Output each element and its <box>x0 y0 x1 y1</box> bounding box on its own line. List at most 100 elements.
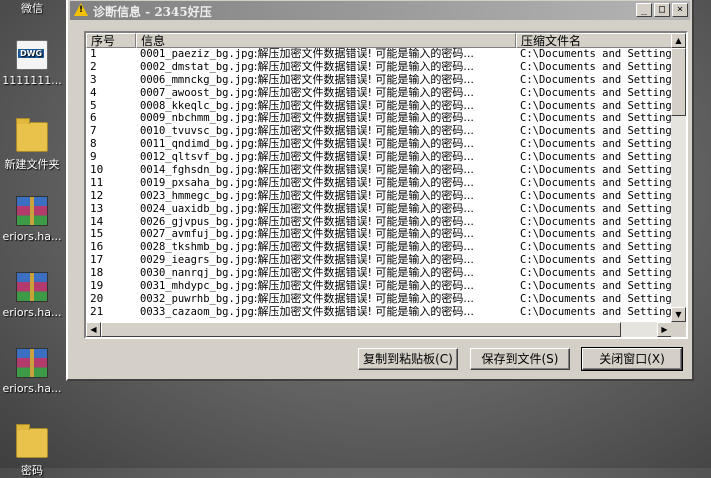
row-number: 6 <box>90 112 97 125</box>
row-number: 18 <box>90 267 104 280</box>
row-info: 0023_hmmegc_bg.jpg:解压加密文件数据错误! 可能是输入的密码.… <box>140 190 516 203</box>
row-filename: 0019_pxsaha_bg.jpg <box>140 176 254 189</box>
row-message: 解压加密文件数据错误! 可能是输入的密码... <box>257 99 474 112</box>
table-row[interactable]: 15 0027_avmfuj_bg.jpg:解压加密文件数据错误! 可能是输入的密… <box>86 228 672 241</box>
row-info: 0026_gjvpus_bg.jpg:解压加密文件数据错误! 可能是输入的密码.… <box>140 216 516 229</box>
row-archive-path: C:\Documents and Settings <box>520 125 672 138</box>
title-bar[interactable]: ! 诊断信息 - 2345好压 _ □ × <box>70 1 690 20</box>
table-row[interactable]: 19 0031_mhdypc_bg.jpg:解压加密文件数据错误! 可能是输入的密… <box>86 280 672 293</box>
vertical-scrollbar[interactable]: ▲ ▼ <box>671 33 686 322</box>
table-row[interactable]: 13 0024_uaxidb_bg.jpg:解压加密文件数据错误! 可能是输入的密… <box>86 203 672 216</box>
diagnostic-list[interactable]: 序号 信息 压缩文件名 1 0001_paeziz_bg.jpg:解压加密文件数据… <box>84 31 688 339</box>
column-header-archive[interactable]: 压缩文件名 <box>516 33 686 48</box>
row-filename: 0008_kkeqlc_bg.jpg <box>140 99 254 112</box>
table-row[interactable]: 18 0030_nanrqj_bg.jpg:解压加密文件数据错误! 可能是输入的密… <box>86 267 672 280</box>
row-filename: 0031_mhdypc_bg.jpg <box>140 280 254 293</box>
row-number: 11 <box>90 176 104 189</box>
row-message: 解压加密文件数据错误! 可能是输入的密码... <box>257 280 474 293</box>
desktop-icon-dwg[interactable]: DWG 1111111... <box>0 40 64 87</box>
scroll-left-icon[interactable]: ◀ <box>86 322 101 337</box>
row-message: 解压加密文件数据错误! 可能是输入的密码... <box>257 151 474 164</box>
desktop-icon-archive-2[interactable]: eriors.ha... <box>0 272 64 319</box>
row-message: 解压加密文件数据错误! 可能是输入的密码... <box>257 86 474 99</box>
table-row[interactable]: 16 0028_tkshmb_bg.jpg:解压加密文件数据错误! 可能是输入的密… <box>86 241 672 254</box>
vertical-scroll-thumb[interactable] <box>671 48 686 116</box>
table-row[interactable]: 11 0019_pxsaha_bg.jpg:解压加密文件数据错误! 可能是输入的密… <box>86 177 672 190</box>
row-filename: 0032_puwrhb_bg.jpg <box>140 292 254 305</box>
row-filename: 0028_tkshmb_bg.jpg <box>140 241 254 254</box>
row-info: 0006_mmnckg_bg.jpg:解压加密文件数据错误! 可能是输入的密码.… <box>140 74 516 87</box>
row-archive-path: C:\Documents and Settings <box>520 48 672 60</box>
row-info: 0027_avmfuj_bg.jpg:解压加密文件数据错误! 可能是输入的密码.… <box>140 228 516 241</box>
row-message: 解压加密文件数据错误! 可能是输入的密码... <box>257 305 474 318</box>
row-number: 19 <box>90 280 104 293</box>
list-header: 序号 信息 压缩文件名 <box>86 33 686 48</box>
table-row[interactable]: 2 0002_dmstat_bg.jpg:解压加密文件数据错误! 可能是输入的密码… <box>86 61 672 74</box>
column-header-number[interactable]: 序号 <box>86 33 136 48</box>
maximize-button[interactable]: □ <box>654 3 670 17</box>
row-number: 4 <box>90 86 97 99</box>
row-archive-path: C:\Documents and Settings <box>520 215 672 228</box>
row-archive-path: C:\Documents and Settings <box>520 241 672 254</box>
row-archive-path: C:\Documents and Settings <box>520 73 672 86</box>
table-row[interactable]: 1 0001_paeziz_bg.jpg:解压加密文件数据错误! 可能是输入的密码… <box>86 48 672 61</box>
rar-archive-icon <box>16 272 48 302</box>
row-filename: 0006_mmnckg_bg.jpg <box>140 73 254 86</box>
row-filename: 0023_hmmegc_bg.jpg <box>140 189 254 202</box>
row-archive-path: C:\Documents and Settings <box>520 305 672 318</box>
table-row[interactable]: 3 0006_mmnckg_bg.jpg:解压加密文件数据错误! 可能是输入的密码… <box>86 74 672 87</box>
desktop-icon-label: 微信 <box>21 2 43 15</box>
row-archive-path: C:\Documents and Settings <box>520 60 672 73</box>
row-number: 16 <box>90 241 104 254</box>
save-to-file-button[interactable]: 保存到文件(S) <box>470 348 570 370</box>
row-filename: 0011_qndimd_bg.jpg <box>140 138 254 151</box>
close-dialog-button[interactable]: 关闭窗口(X) <box>581 347 683 371</box>
row-info: 0033_cazaom_bg.jpg:解压加密文件数据错误! 可能是输入的密码.… <box>140 306 516 319</box>
row-number: 3 <box>90 73 97 86</box>
horizontal-scroll-thumb[interactable] <box>101 322 621 337</box>
row-filename: 0010_tvuvsc_bg.jpg <box>140 125 254 138</box>
table-row[interactable]: 21 0033_cazaom_bg.jpg:解压加密文件数据错误! 可能是输入的密… <box>86 306 672 319</box>
row-message: 解压加密文件数据错误! 可能是输入的密码... <box>257 176 474 189</box>
table-row[interactable]: 6 0009_nbchmm_bg.jpg:解压加密文件数据错误! 可能是输入的密码… <box>86 112 672 125</box>
row-number: 17 <box>90 254 104 267</box>
table-row[interactable]: 17 0029_ieagrs_bg.jpg:解压加密文件数据错误! 可能是输入的密… <box>86 254 672 267</box>
horizontal-scrollbar[interactable]: ◀ ▶ <box>86 322 672 337</box>
row-number: 2 <box>90 60 97 73</box>
diagnostic-dialog: ! 诊断信息 - 2345好压 _ □ × 序号 信息 压缩文件名 1 0001_… <box>66 0 694 381</box>
table-row[interactable]: 10 0014_fghsdn_bg.jpg:解压加密文件数据错误! 可能是输入的密… <box>86 164 672 177</box>
desktop-icon-archive-3[interactable]: eriors.ha... <box>0 348 64 395</box>
table-row[interactable]: 14 0026_gjvpus_bg.jpg:解压加密文件数据错误! 可能是输入的密… <box>86 216 672 229</box>
table-row[interactable]: 4 0007_awoost_bg.jpg:解压加密文件数据错误! 可能是输入的密码… <box>86 87 672 100</box>
column-header-info[interactable]: 信息 <box>136 33 516 48</box>
row-number: 7 <box>90 125 97 138</box>
table-row[interactable]: 12 0023_hmmegc_bg.jpg:解压加密文件数据错误! 可能是输入的密… <box>86 190 672 203</box>
scroll-down-icon[interactable]: ▼ <box>671 307 686 322</box>
copy-to-clipboard-button[interactable]: 复制到粘贴板(C) <box>358 348 458 370</box>
minimize-button[interactable]: _ <box>636 3 652 17</box>
row-number: 15 <box>90 228 104 241</box>
row-message: 解压加密文件数据错误! 可能是输入的密码... <box>257 292 474 305</box>
table-row[interactable]: 8 0011_qndimd_bg.jpg:解压加密文件数据错误! 可能是输入的密码… <box>86 138 672 151</box>
desktop-icon-wechat[interactable]: 微信 <box>0 0 64 16</box>
row-message: 解压加密文件数据错误! 可能是输入的密码... <box>257 164 474 177</box>
row-archive-path: C:\Documents and Settings <box>520 138 672 151</box>
row-info: 0024_uaxidb_bg.jpg:解压加密文件数据错误! 可能是输入的密码.… <box>140 203 516 216</box>
row-info: 0001_paeziz_bg.jpg:解压加密文件数据错误! 可能是输入的密码.… <box>140 48 516 61</box>
row-filename: 0002_dmstat_bg.jpg <box>140 60 254 73</box>
desktop-icon-password-folder[interactable]: 密码 <box>0 424 64 478</box>
table-row[interactable]: 20 0032_puwrhb_bg.jpg:解压加密文件数据错误! 可能是输入的密… <box>86 293 672 306</box>
scroll-up-icon[interactable]: ▲ <box>671 33 686 48</box>
table-row[interactable]: 7 0010_tvuvsc_bg.jpg:解压加密文件数据错误! 可能是输入的密码… <box>86 125 672 138</box>
desktop-icon-archive-1[interactable]: eriors.ha... <box>0 196 64 243</box>
desktop-icon-label: 1111111... <box>2 74 62 87</box>
row-filename: 0026_gjvpus_bg.jpg <box>140 215 254 228</box>
table-row[interactable]: 5 0008_kkeqlc_bg.jpg:解压加密文件数据错误! 可能是输入的密码… <box>86 100 672 113</box>
row-archive-path: C:\Documents and Settings <box>520 267 672 280</box>
desktop-icon-new-folder[interactable]: 新建文件夹 <box>0 118 64 172</box>
row-message: 解压加密文件数据错误! 可能是输入的密码... <box>257 189 474 202</box>
table-row[interactable]: 9 0012_qltsvf_bg.jpg:解压加密文件数据错误! 可能是输入的密码… <box>86 151 672 164</box>
close-window-button[interactable]: × <box>672 3 688 17</box>
row-archive-path: C:\Documents and Settings <box>520 202 672 215</box>
scroll-right-icon[interactable]: ▶ <box>657 322 672 337</box>
